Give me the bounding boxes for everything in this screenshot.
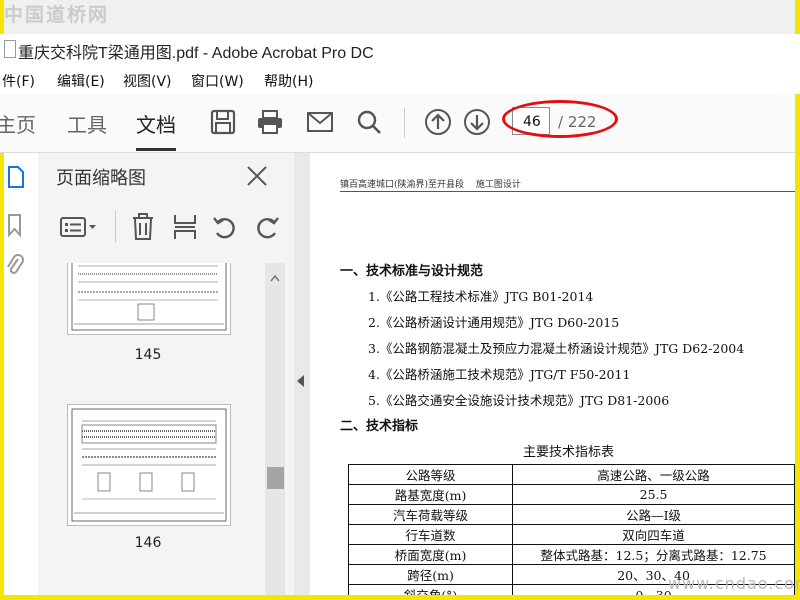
title-bar: 重庆交科院T梁通用图.pdf - Adobe Acrobat Pro DC xyxy=(0,34,800,66)
red-annotation-circle xyxy=(502,100,618,138)
save-icon[interactable] xyxy=(206,106,240,138)
menu-edit[interactable]: 编辑(E) xyxy=(57,71,105,91)
toolbar: 主页 工具 文档 46 / 222 xyxy=(0,94,795,153)
thumbnail-list: 145 146 xyxy=(50,263,280,595)
panel-toolbar xyxy=(38,201,294,253)
table-cell: 桥面宽度(m) xyxy=(347,544,514,565)
page-thumbnail[interactable] xyxy=(67,263,231,335)
table-cell: 整体式路基：12.5；分离式路基：12.75 xyxy=(512,544,795,565)
page-up-icon[interactable] xyxy=(421,106,455,138)
bookmark-icon[interactable] xyxy=(7,213,23,241)
menu-help[interactable]: 帮助(H) xyxy=(264,71,313,91)
tab-document[interactable]: 文档 xyxy=(136,109,176,138)
print-icon[interactable] xyxy=(253,106,287,138)
collapse-arrow-icon[interactable] xyxy=(297,375,304,387)
navigation-rail xyxy=(4,153,39,595)
spec-item: 3.《公路钢筋混凝土及预应力混凝土桥涵设计规范》JTG D62-2004 xyxy=(368,341,745,356)
extract-icon[interactable] xyxy=(173,213,197,245)
spec-item: 2.《公路桥涵设计通用规范》JTG D60-2015 xyxy=(368,315,620,330)
table-cell: 斜交角(°) xyxy=(347,584,514,595)
table-cell: 25.5 xyxy=(512,484,795,505)
document-running-header: 镇百高速城口(陕渝界)至开县段 施工图设计 xyxy=(340,180,521,190)
document-view: 镇百高速城口(陕渝界)至开县段 施工图设计 一、技术标准与设计规范 1.《公路工… xyxy=(310,153,795,595)
menu-window[interactable]: 窗口(W) xyxy=(191,71,244,91)
tab-home[interactable]: 主页 xyxy=(0,109,36,138)
attachment-icon[interactable] xyxy=(6,253,24,283)
delete-icon[interactable] xyxy=(131,213,155,245)
tab-tools[interactable]: 工具 xyxy=(67,109,107,138)
panel-pointer xyxy=(37,167,47,187)
menu-file[interactable]: 件(F) xyxy=(2,71,35,91)
thumbnail-page-number: 146 xyxy=(134,535,162,551)
table-row: 路基宽度(m) 25.5 xyxy=(347,484,795,505)
header-rule xyxy=(340,191,795,192)
section-heading: 一、技术标准与设计规范 xyxy=(340,264,484,279)
panel-title: 页面缩略图 xyxy=(56,168,146,189)
close-icon[interactable] xyxy=(246,165,268,191)
search-icon[interactable] xyxy=(352,106,386,138)
yellow-frame-bottom xyxy=(0,595,800,600)
thumbnail-page-number: 145 xyxy=(134,347,162,363)
panel-toolbar-separator xyxy=(115,211,116,243)
scroll-up-arrow-icon[interactable] xyxy=(270,267,280,286)
scrollbar-thumb[interactable] xyxy=(267,467,284,489)
table-row: 桥面宽度(m) 整体式路基：12.5；分离式路基：12.75 xyxy=(347,544,795,565)
menu-view[interactable]: 视图(V) xyxy=(123,71,172,91)
table-cell: 公路—Ⅰ级 xyxy=(512,504,795,525)
spec-item: 5.《公路交通安全设施设计技术规范》JTG D81-2006 xyxy=(368,393,670,408)
spec-item: 4.《公路桥涵施工技术规范》JTG/T F50-2011 xyxy=(368,367,631,382)
spec-item: 1.《公路工程技术标准》JTG B01-2014 xyxy=(368,289,594,304)
page-thumbnails-panel: 页面缩略图 145 146 xyxy=(37,153,295,595)
table-cell: 高速公路、一级公路 xyxy=(512,464,795,485)
table-row: 公路等级 高速公路、一级公路 xyxy=(347,464,795,485)
email-icon[interactable] xyxy=(303,106,337,138)
table-row: 汽车荷载等级 公路—Ⅰ级 xyxy=(347,504,795,525)
page-down-icon[interactable] xyxy=(460,106,494,138)
toolbar-separator xyxy=(404,108,405,138)
table-cell: 路基宽度(m) xyxy=(347,484,514,505)
menu-bar: 件(F) 编辑(E) 视图(V) 窗口(W) 帮助(H) xyxy=(0,66,800,94)
window-title: 重庆交科院T梁通用图.pdf - Adobe Acrobat Pro DC xyxy=(18,45,374,62)
table-row: 行车道数 双向四车道 xyxy=(347,524,795,545)
table-cell: 行车道数 xyxy=(347,524,514,545)
panel-collapse-strip[interactable] xyxy=(294,153,310,595)
thumbnail-scrollbar[interactable] xyxy=(265,263,285,595)
page-thumbnail[interactable] xyxy=(67,404,231,526)
table-title: 主要技术指标表 xyxy=(523,445,615,460)
redo-icon[interactable] xyxy=(254,215,280,245)
page-options-icon[interactable] xyxy=(60,215,100,243)
section-heading: 二、技术指标 xyxy=(340,419,419,434)
undo-icon[interactable] xyxy=(212,215,238,245)
table-cell: 双向四车道 xyxy=(512,524,795,545)
table-cell: 汽车荷载等级 xyxy=(347,504,514,525)
table-cell: 公路等级 xyxy=(347,464,514,485)
document-icon xyxy=(4,40,16,58)
watermark-top: 中国道桥网 xyxy=(4,4,110,26)
page-thumbnails-icon[interactable] xyxy=(7,165,25,193)
table-cell: 跨径(m) xyxy=(347,564,514,585)
watermark-bottom: www.cndao.com xyxy=(668,574,800,593)
active-tab-indicator xyxy=(136,148,176,151)
